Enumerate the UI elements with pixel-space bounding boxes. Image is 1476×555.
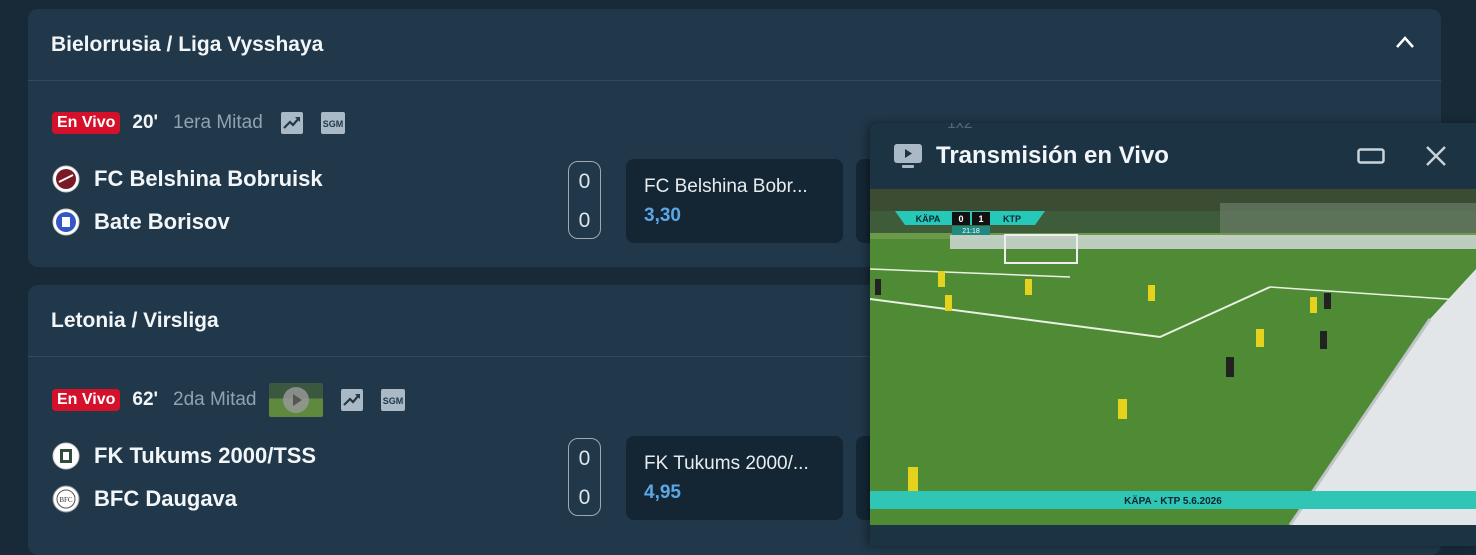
stream-panel-header[interactable]: 1x2 Transmisión en Vivo — [870, 123, 1476, 189]
video-player[interactable]: KÄPA 0 1 KTP 21:18 KÄPA - KTP 5.6.2026 — [870, 189, 1476, 525]
home-score: 0 — [578, 447, 591, 470]
svg-text:21:18: 21:18 — [962, 228, 980, 235]
svg-text:SGM: SGM — [323, 119, 344, 129]
chevron-up-icon[interactable] — [1395, 35, 1415, 49]
video-frame: KÄPA 0 1 KTP 21:18 KÄPA - KTP 5.6.2026 — [870, 189, 1476, 525]
match-period: 2da Mitad — [173, 389, 257, 410]
league-title: Letonia / Virsliga — [51, 308, 219, 332]
league-header[interactable]: Bielorrusia / Liga Vysshaya — [28, 9, 1441, 81]
league-title: Bielorrusia / Liga Vysshaya — [51, 32, 324, 56]
svg-text:KTP: KTP — [1003, 214, 1021, 224]
score-box: 0 0 — [568, 161, 601, 239]
odds-label: FK Tukums 2000/... — [644, 453, 809, 474]
team-name: FC Belshina Bobruisk — [94, 166, 323, 191]
panel-title: Transmisión en Vivo — [936, 142, 1169, 169]
odds-button-home[interactable]: FK Tukums 2000/... 4,95 — [626, 436, 843, 520]
stats-trend-icon[interactable] — [280, 112, 303, 134]
maximize-icon[interactable] — [1357, 147, 1385, 165]
svg-text:KÄPA: KÄPA — [916, 214, 941, 224]
team-crest-icon — [52, 208, 80, 236]
close-icon[interactable] — [1425, 145, 1447, 167]
score-box: 0 0 — [568, 438, 601, 516]
home-team[interactable]: FK Tukums 2000/TSS — [52, 442, 316, 470]
svg-text:BFC: BFC — [59, 496, 73, 504]
away-score: 0 — [578, 209, 591, 232]
svg-text:1: 1 — [978, 214, 983, 224]
home-team[interactable]: FC Belshina Bobruisk — [52, 165, 323, 193]
live-badge: En Vivo — [52, 112, 121, 134]
match-status: En Vivo 62' 2da Mitad SGM — [52, 383, 405, 417]
odds-label: FC Belshina Bobr... — [644, 176, 808, 197]
market-header-hint: 1x2 — [947, 123, 973, 132]
odds-value: 3,30 — [644, 205, 681, 226]
team-crest-icon — [52, 442, 80, 470]
svg-text:SGM: SGM — [382, 396, 403, 406]
live-stream-panel: 1x2 Transmisión en Vivo KÄPA 0 1 KTP 21:… — [870, 123, 1476, 546]
team-crest-icon: BFC — [52, 485, 80, 513]
odds-button-home[interactable]: FC Belshina Bobr... 3,30 — [626, 159, 843, 243]
home-score: 0 — [578, 170, 591, 193]
match-minute: 20' — [132, 112, 159, 133]
away-team[interactable]: BFC BFC Daugava — [52, 485, 237, 513]
team-name: BFC Daugava — [94, 486, 238, 511]
match-period: 1era Mitad — [173, 112, 263, 133]
away-team[interactable]: Bate Borisov — [52, 208, 230, 236]
video-play-icon[interactable] — [268, 383, 323, 417]
svg-text:0: 0 — [958, 214, 963, 224]
stats-trend-icon[interactable] — [340, 389, 363, 411]
match-minute: 62' — [132, 389, 159, 410]
team-crest-icon — [52, 165, 80, 193]
odds-value: 4,95 — [644, 482, 681, 503]
team-name: Bate Borisov — [94, 209, 230, 234]
tv-icon — [894, 144, 922, 168]
match-status: En Vivo 20' 1era Mitad SGM — [52, 110, 345, 136]
sgm-icon[interactable]: SGM — [320, 112, 345, 134]
live-badge: En Vivo — [52, 389, 121, 411]
svg-text:KÄPA - KTP 5.6.2026: KÄPA - KTP 5.6.2026 — [1124, 494, 1222, 507]
sgm-icon[interactable]: SGM — [380, 389, 405, 411]
team-name: FK Tukums 2000/TSS — [94, 443, 317, 468]
away-score: 0 — [578, 486, 591, 509]
